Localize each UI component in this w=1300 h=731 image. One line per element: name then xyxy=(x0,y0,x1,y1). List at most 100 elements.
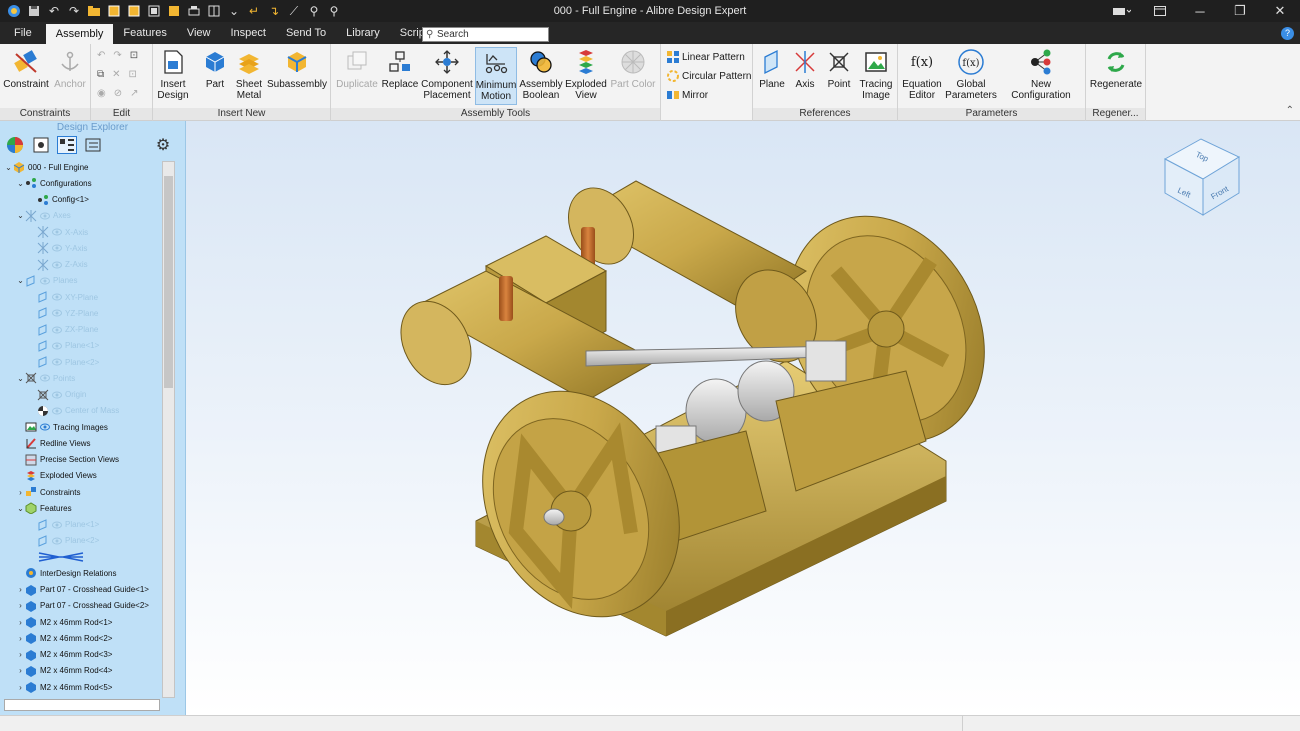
assembly-boolean-button[interactable]: Assembly Boolean xyxy=(519,47,563,101)
visibility-eye-icon[interactable] xyxy=(52,261,62,269)
constraint-button[interactable]: Constraint xyxy=(3,47,49,90)
edit-suppress-icon[interactable]: ⊡ xyxy=(130,50,138,61)
expand-chevron-icon[interactable]: › xyxy=(16,488,25,497)
plane-button[interactable]: Plane xyxy=(757,47,787,90)
edit-redo-icon[interactable]: ↷ xyxy=(113,50,121,61)
move-icon[interactable]: ↗ xyxy=(130,88,138,99)
3d-viewport[interactable]: Top Left Front xyxy=(186,121,1300,715)
tree-item[interactable]: Origin xyxy=(28,387,86,403)
tree-item[interactable]: Z-Axis xyxy=(28,257,88,273)
tree-item[interactable]: › M2 x 46mm Rod<2> xyxy=(16,630,112,646)
expand-chevron-icon[interactable]: › xyxy=(16,601,25,610)
replace-button[interactable]: Replace xyxy=(381,47,419,90)
collapse-chevron-icon[interactable]: ⌄ xyxy=(16,179,25,188)
expand-chevron-icon[interactable]: › xyxy=(16,683,25,692)
account-icon[interactable] xyxy=(1104,0,1140,22)
tree-item[interactable]: ⌄ Planes xyxy=(16,273,77,289)
visibility-eye-icon[interactable] xyxy=(52,358,62,366)
minimize-icon[interactable]: ─ xyxy=(1180,0,1220,22)
tree-item[interactable]: › Part 07 - Crosshead Guide<1> xyxy=(16,582,149,598)
visibility-eye-icon[interactable] xyxy=(52,244,62,252)
tree-item[interactable] xyxy=(28,549,88,565)
new-configuration-button[interactable]: New Configuration xyxy=(1000,47,1082,101)
expand-chevron-icon[interactable]: › xyxy=(16,634,25,643)
subassembly-button[interactable]: Subassembly xyxy=(267,47,327,90)
tab-view[interactable]: View xyxy=(177,22,221,44)
lock-icon[interactable]: ⊘ xyxy=(114,88,122,99)
delete-icon[interactable]: ✕ xyxy=(112,69,120,80)
expand-chevron-icon[interactable]: › xyxy=(16,666,25,675)
tree-vertical-scrollbar[interactable] xyxy=(162,161,175,698)
circular-pattern-button[interactable]: Circular Pattern xyxy=(667,70,751,82)
tree-item[interactable]: › M2 x 46mm Rod<4> xyxy=(16,663,112,679)
tree-item[interactable]: Config<1> xyxy=(28,192,89,208)
tab-inspect[interactable]: Inspect xyxy=(221,22,276,44)
duplicate-button[interactable]: Duplicate xyxy=(335,47,379,90)
insert-design-button[interactable]: Insert Design xyxy=(155,47,191,101)
anchor-button[interactable]: Anchor xyxy=(52,47,88,90)
tree-item[interactable]: Plane<2> xyxy=(28,354,99,370)
sheet-metal-button[interactable]: Sheet Metal xyxy=(233,47,265,101)
tab-send-to[interactable]: Send To xyxy=(276,22,336,44)
filter-settings-icon[interactable] xyxy=(31,136,51,154)
regenerate-button[interactable]: Regenerate xyxy=(1088,47,1144,90)
point-button[interactable]: Point xyxy=(825,47,853,90)
collapse-ribbon-icon[interactable]: ⌃ xyxy=(1286,105,1294,116)
tree-item[interactable]: ⌄ Points xyxy=(16,370,75,386)
tree-item[interactable]: Exploded Views xyxy=(16,468,97,484)
tree-item[interactable]: Plane<1> xyxy=(28,338,99,354)
tree-item[interactable]: Plane<2> xyxy=(28,533,99,549)
axis-button[interactable]: Axis xyxy=(791,47,819,90)
tree-item[interactable]: ZX-Plane xyxy=(28,322,98,338)
tree-item[interactable]: ⌄ Features xyxy=(16,500,72,516)
tree-item[interactable]: Y-Axis xyxy=(28,240,87,256)
tab-library[interactable]: Library xyxy=(336,22,390,44)
component-placement-button[interactable]: Component Placement xyxy=(421,47,473,101)
tree-item[interactable]: Plane<1> xyxy=(28,517,99,533)
view-cube[interactable]: Top Left Front xyxy=(1161,129,1246,219)
visibility-eye-icon[interactable] xyxy=(52,407,62,415)
copy-icon[interactable]: ⧉ xyxy=(97,69,104,80)
expand-chevron-icon[interactable]: › xyxy=(16,618,25,627)
ribbon-display-icon[interactable] xyxy=(1140,0,1180,22)
part-button[interactable]: Part xyxy=(201,47,229,90)
tree-item[interactable]: ⌄ Axes xyxy=(16,208,71,224)
visibility-eye-icon[interactable] xyxy=(52,342,62,350)
expand-chevron-icon[interactable]: › xyxy=(16,585,25,594)
visibility-eye-icon[interactable] xyxy=(52,521,62,529)
minimum-motion-button[interactable]: Minimum Motion xyxy=(475,47,517,105)
tree-item[interactable]: X-Axis xyxy=(28,224,88,240)
collapse-chevron-icon[interactable]: ⌄ xyxy=(16,211,25,220)
mirror-button[interactable]: Mirror xyxy=(667,89,708,101)
tree-item[interactable]: YZ-Plane xyxy=(28,305,98,321)
tree-item[interactable]: › Part 07 - Crosshead Guide<2> xyxy=(16,598,149,614)
tree-item[interactable]: Redline Views xyxy=(16,435,91,451)
visibility-eye-icon[interactable] xyxy=(40,423,50,431)
color-wheel-icon[interactable] xyxy=(5,136,25,154)
visibility-eye-icon[interactable] xyxy=(40,374,50,382)
visibility-eye-icon[interactable] xyxy=(52,391,62,399)
list-view-icon[interactable] xyxy=(83,136,103,154)
tree-item[interactable]: › M2 x 46mm Rod<5> xyxy=(16,679,112,695)
visibility-eye-icon[interactable] xyxy=(52,537,62,545)
visibility-eye-icon[interactable] xyxy=(52,293,62,301)
collapse-chevron-icon[interactable]: ⌄ xyxy=(16,374,25,383)
search-input[interactable]: ⚲ Search xyxy=(422,27,549,42)
tree-horizontal-scrollbar[interactable] xyxy=(4,699,160,711)
explorer-settings-gear-icon[interactable]: ⚙ xyxy=(153,136,173,154)
tree-item[interactable]: XY-Plane xyxy=(28,289,98,305)
tree-item[interactable]: ⌄ Configurations xyxy=(16,175,92,191)
global-parameters-button[interactable]: f(x) Global Parameters xyxy=(945,47,997,101)
visibility-eye-icon[interactable] xyxy=(52,326,62,334)
tree-item[interactable]: InterDesign Relations xyxy=(16,565,116,581)
help-icon[interactable]: ? xyxy=(1281,27,1294,40)
visibility-eye-icon[interactable] xyxy=(40,212,50,220)
tree-scroll-thumb[interactable] xyxy=(164,176,173,388)
restore-icon[interactable]: ❐ xyxy=(1220,0,1260,22)
tree-item[interactable]: ⌄ 000 - Full Engine xyxy=(4,159,88,175)
tree-view-icon[interactable] xyxy=(57,136,77,154)
close-icon[interactable]: ✕ xyxy=(1260,0,1300,22)
equation-editor-button[interactable]: f(x) Equation Editor xyxy=(902,47,942,102)
tab-file[interactable]: File xyxy=(0,22,46,44)
tree-item[interactable]: › M2 x 46mm Rod<1> xyxy=(16,614,112,630)
